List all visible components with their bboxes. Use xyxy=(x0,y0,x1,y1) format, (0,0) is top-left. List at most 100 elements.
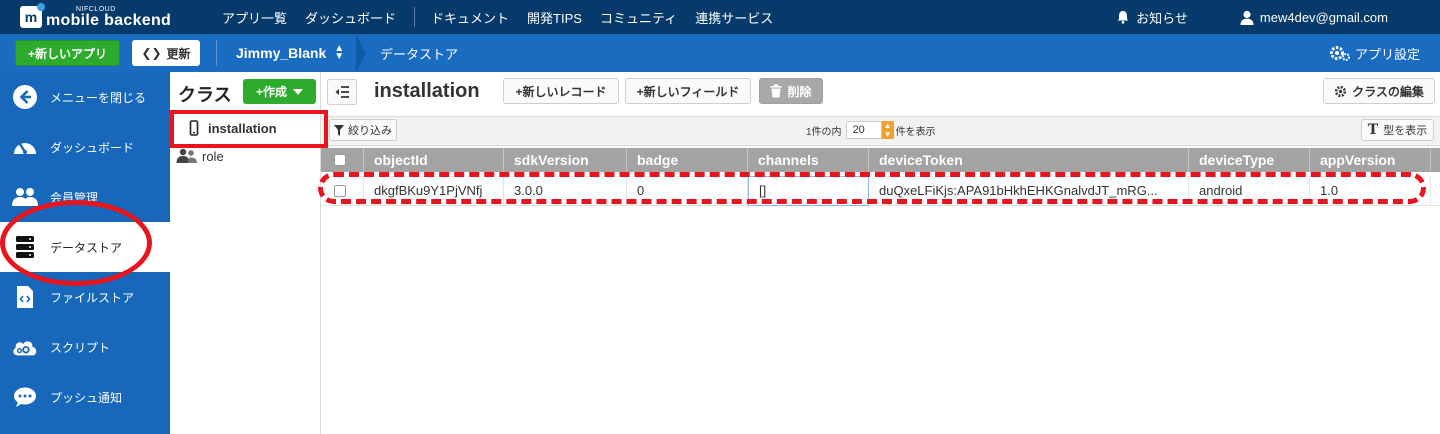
delete-button[interactable]: 削除 xyxy=(759,78,823,104)
menu-integrations[interactable]: 連携サービス xyxy=(695,8,773,27)
text-type-icon: T xyxy=(1367,122,1379,138)
refresh-button[interactable]: ❮❯ 更新 xyxy=(132,40,200,66)
create-class-button[interactable]: +作成 xyxy=(243,79,316,104)
breadcrumb-arrow xyxy=(356,34,366,72)
app-settings-button[interactable]: アプリ設定 xyxy=(1329,34,1420,72)
app-settings-label: アプリ設定 xyxy=(1354,46,1420,62)
paging-prefix: 1件の内 xyxy=(806,126,842,138)
column-header[interactable]: channels xyxy=(748,148,869,172)
table-header: objectId sdkVersion badge channels devic… xyxy=(321,148,1440,172)
bell-icon xyxy=(1117,11,1129,24)
table-cell[interactable]: dkgfBKu9Y1PjVNfj xyxy=(364,176,504,206)
sidebar: メニューを閉じる ダッシュボード 会員管理 データストア ファイルストア スクリ… xyxy=(0,72,170,434)
notifications-link[interactable]: お知らせ xyxy=(1116,8,1188,27)
logo-main-text: mobile backend xyxy=(46,11,172,29)
new-record-button[interactable]: +新しいレコード xyxy=(503,78,619,104)
filter-label: 絞り込み xyxy=(348,125,392,137)
table-cell[interactable]: duQxeLFiKjs:APA91bHkhEHKGnalvdJT_mRG... xyxy=(869,176,1189,206)
sidebar-item-label: プッシュ通知 xyxy=(50,390,123,405)
page-size-input[interactable]: 20 xyxy=(845,121,882,139)
cloud-gear-icon xyxy=(12,334,38,360)
menu-app-list[interactable]: アプリ一覧 xyxy=(222,8,287,27)
user-menu[interactable]: mew4dev@gmail.com xyxy=(1240,10,1388,25)
show-types-label: 型を表示 xyxy=(1383,125,1428,137)
top-nav: m NIFCLOUD mobile backend アプリ一覧 ダッシュボード … xyxy=(0,0,1440,34)
edit-class-label: クラスの編集 xyxy=(1352,84,1424,99)
class-item-label: installation xyxy=(208,120,277,136)
sidebar-item-label: 会員管理 xyxy=(50,190,99,205)
table-cell[interactable]: 0 xyxy=(627,176,748,206)
sidebar-item-dashboard[interactable]: ダッシュボード xyxy=(0,122,170,172)
sidebar-item-members[interactable]: 会員管理 xyxy=(0,172,170,222)
row-select-cell xyxy=(321,176,364,206)
caret-down-icon xyxy=(293,88,303,95)
arrow-left-icon xyxy=(12,84,38,110)
class-panel: クラス +作成 installation role xyxy=(170,72,321,434)
menu-documents[interactable]: ドキュメント xyxy=(431,8,509,27)
table-cell[interactable]: android xyxy=(1189,176,1310,206)
class-name-title: installation xyxy=(374,80,480,102)
up-down-arrows-icon: ▲ ▼ xyxy=(334,43,345,62)
sidebar-item-label: スクリプト xyxy=(50,340,111,355)
toggle-class-panel-button[interactable] xyxy=(327,79,357,105)
class-item-label: role xyxy=(202,148,224,164)
new-app-button[interactable]: +新しいアプリ xyxy=(15,40,120,66)
class-item-installation[interactable]: installation xyxy=(172,114,319,142)
refresh-icon: ❮❯ xyxy=(141,46,162,60)
menu-community[interactable]: コミュニティ xyxy=(600,8,677,27)
delete-label: 削除 xyxy=(787,84,812,99)
sidebar-item-close-menu[interactable]: メニューを閉じる xyxy=(0,72,170,122)
column-header[interactable]: sdkVersion xyxy=(504,148,627,172)
table-cell[interactable]: 3.0.0 xyxy=(504,176,627,206)
funnel-icon xyxy=(334,124,344,136)
trash-icon xyxy=(770,84,782,98)
gear-icon xyxy=(1335,85,1347,97)
gears-icon xyxy=(1329,46,1350,61)
sidebar-item-push[interactable]: プッシュ通知 xyxy=(0,372,170,422)
top-menu: アプリ一覧 ダッシュボード ドキュメント 開発TIPS コミュニティ 連携サービ… xyxy=(222,0,791,34)
users-icon xyxy=(176,148,197,163)
select-all-checkbox[interactable] xyxy=(334,154,346,166)
row-checkbox[interactable] xyxy=(334,185,346,197)
new-field-button[interactable]: +新しいフィールド xyxy=(625,78,751,104)
column-header[interactable]: deviceToken xyxy=(869,148,1189,172)
column-header[interactable]: appVersion xyxy=(1310,148,1431,172)
main-content: installation +新しいレコード +新しいフィールド 削除 クラスの編… xyxy=(321,72,1440,434)
menu-dev-tips[interactable]: 開発TIPS xyxy=(527,8,582,27)
sidebar-item-label: ファイルストア xyxy=(50,290,135,305)
column-header[interactable]: badge xyxy=(627,148,748,172)
edit-class-button[interactable]: クラスの編集 xyxy=(1323,78,1435,104)
breadcrumb: データストア xyxy=(380,46,459,62)
menu-dashboard[interactable]: ダッシュボード xyxy=(305,8,396,27)
users-icon xyxy=(12,184,38,210)
filter-bar: 絞り込み 1件の内 20 ▲ ▼ 件を表示 T 型を表示 xyxy=(321,116,1440,146)
chat-bubble-icon xyxy=(12,384,38,410)
refresh-label: 更新 xyxy=(166,46,191,61)
table-cell[interactable]: 1.0 xyxy=(1310,176,1431,206)
table-row[interactable]: dkgfBKu9Y1PjVNfj 3.0.0 0 [] duQxeLFiKjs:… xyxy=(321,176,1440,206)
user-icon xyxy=(1240,10,1254,25)
column-header[interactable]: objectId xyxy=(364,148,504,172)
menu-divider xyxy=(414,7,416,27)
table-cell-editing[interactable]: [] xyxy=(748,176,869,206)
sidebar-item-label: メニューを閉じる xyxy=(50,90,147,105)
spinner-arrows-icon[interactable]: ▲ ▼ xyxy=(881,121,894,139)
database-icon xyxy=(12,234,38,260)
app-bar-divider xyxy=(216,40,217,66)
create-class-label: +作成 xyxy=(255,85,287,99)
logo[interactable]: m NIFCLOUD mobile backend xyxy=(20,3,171,31)
sidebar-item-script[interactable]: スクリプト xyxy=(0,322,170,372)
app-bar: +新しいアプリ ❮❯ 更新 Jimmy_Blank ▲ ▼ データストア アプリ設… xyxy=(0,34,1440,72)
class-panel-title: クラス xyxy=(178,85,232,105)
class-item-role[interactable]: role xyxy=(172,142,319,170)
sidebar-item-label: ダッシュボード xyxy=(50,140,135,155)
sidebar-item-filestore[interactable]: ファイルストア xyxy=(0,272,170,322)
show-types-button[interactable]: T 型を表示 xyxy=(1361,119,1434,141)
user-email: mew4dev@gmail.com xyxy=(1259,9,1388,25)
select-all-cell xyxy=(321,148,364,172)
filter-button[interactable]: 絞り込み xyxy=(329,119,397,141)
logo-mark: m xyxy=(20,3,45,28)
sidebar-item-datastore[interactable]: データストア xyxy=(0,222,170,272)
column-header[interactable]: deviceType xyxy=(1189,148,1310,172)
app-selector[interactable]: Jimmy_Blank ▲ ▼ xyxy=(236,34,344,72)
